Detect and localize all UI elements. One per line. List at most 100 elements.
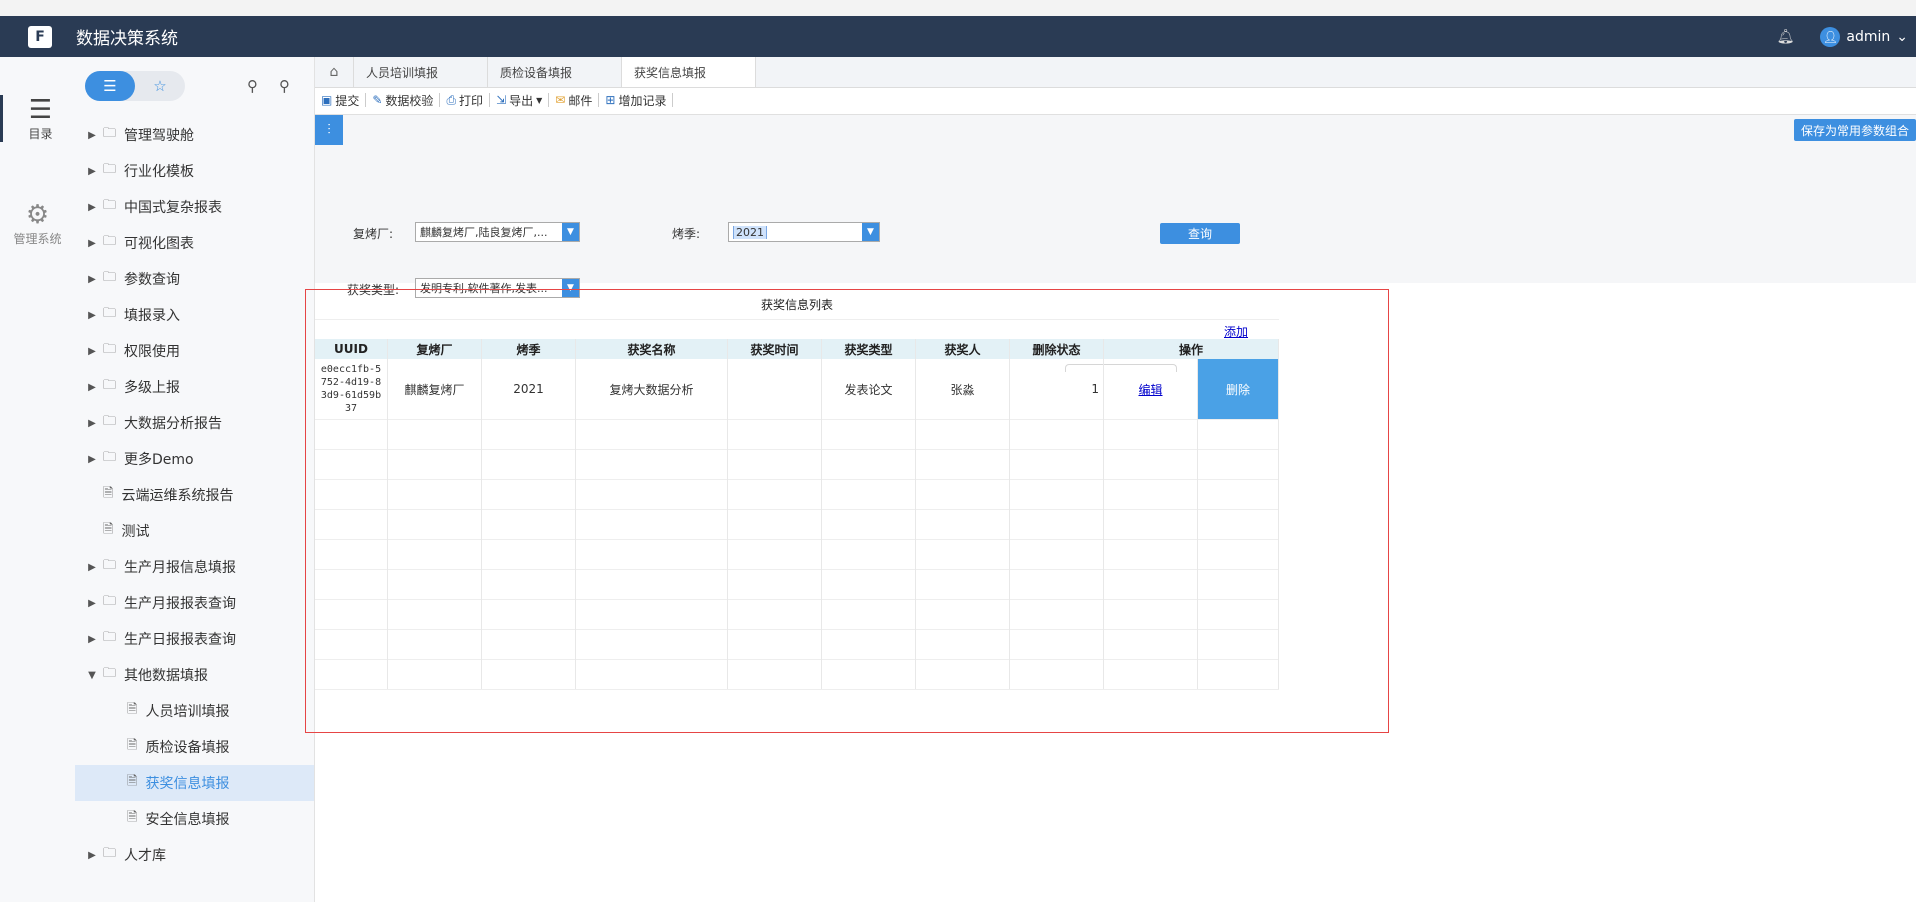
- rail-item-label: 目录: [28, 127, 53, 141]
- app-header: F 数据决策系统 🔔︎ 👤︎ admin ⌄: [0, 16, 1916, 57]
- caret-right-icon: ▶: [88, 345, 96, 357]
- caret-right-icon: ▶: [88, 561, 96, 573]
- cell-edit: 编辑: [1104, 359, 1198, 419]
- chevron-down-icon: ⌄: [1896, 28, 1908, 45]
- tree-item-label: 其他数据填报: [124, 668, 209, 684]
- caret-right-icon: ▶: [88, 417, 96, 429]
- folder-icon: 🗀: [103, 666, 117, 681]
- home-icon[interactable]: ⌂: [315, 57, 354, 87]
- tree-item[interactable]: ▶ 🗀 多级上报: [75, 369, 314, 405]
- tree-item[interactable]: ▶ 🗀 权限使用: [75, 333, 314, 369]
- tree-item[interactable]: ▼ 🗀 其他数据填报: [75, 657, 314, 693]
- tree-item[interactable]: ▶ 🗀 管理驾驶舱: [75, 117, 314, 153]
- caret-right-icon: ▶: [88, 237, 96, 249]
- tree-item[interactable]: 🗎 人员培训填报: [75, 693, 314, 729]
- tree-item[interactable]: ▶ 🗀 生产月报信息填报: [75, 549, 314, 585]
- col-delete-status: 删除状态: [1010, 339, 1104, 359]
- rail-item-management[interactable]: ⚙ 管理系统: [0, 200, 75, 247]
- print-button[interactable]: ⎙ 打印: [440, 92, 491, 108]
- tree-item[interactable]: ▶ 🗀 生产日报报表查询: [75, 621, 314, 657]
- empty-cell: [576, 449, 728, 479]
- verify-button[interactable]: ✎ 数据校验: [366, 93, 441, 108]
- empty-cell: [728, 629, 822, 659]
- empty-cell: [1104, 569, 1198, 599]
- tab-quality-equipment[interactable]: 质检设备填报: [488, 57, 622, 87]
- empty-cell: [1198, 509, 1279, 539]
- add-record-button[interactable]: ⊞ 增加记录: [599, 93, 674, 108]
- tree-item-label: 可视化图表: [124, 236, 195, 252]
- edit-link[interactable]: 编辑: [1138, 381, 1162, 398]
- empty-cell: [916, 479, 1010, 509]
- query-button[interactable]: 查询: [1160, 223, 1240, 244]
- dropdown-arrow-icon[interactable]: ▼: [862, 223, 879, 241]
- delete-button[interactable]: 删除: [1198, 359, 1279, 419]
- empty-cell: [315, 419, 388, 449]
- rail-item-catalog[interactable]: ☰ 目录: [0, 95, 78, 142]
- folder-icon: 🗀: [103, 594, 117, 609]
- user-menu[interactable]: 👤︎ admin ⌄: [1820, 26, 1908, 47]
- empty-cell: [482, 659, 576, 689]
- tree-item-label: 更多Demo: [124, 452, 194, 468]
- factory-select[interactable]: 麒麟复烤厂,陆良复烤厂,... ▼: [415, 222, 580, 242]
- cell-uuid: e0ecc1fb-5752-4d19-83d9-61d59b37: [315, 359, 388, 419]
- bell-icon[interactable]: 🔔︎: [1777, 29, 1795, 45]
- cell-season: 2021: [482, 359, 576, 419]
- dropdown-arrow-icon[interactable]: ▼: [562, 223, 579, 241]
- empty-cell: [315, 539, 388, 569]
- empty-cell: [482, 539, 576, 569]
- tree-item[interactable]: 🗎 云端运维系统报告: [75, 477, 314, 513]
- season-select[interactable]: 2021 ▼: [728, 222, 880, 242]
- table-row[interactable]: e0ecc1fb-5752-4d19-83d9-61d59b37 麒麟复烤厂 2…: [315, 359, 1279, 420]
- folder-icon: 🗀: [103, 162, 117, 177]
- empty-cell: [1198, 629, 1279, 659]
- app-logo-icon[interactable]: F: [28, 25, 52, 48]
- tree-item[interactable]: ▶ 🗀 生产月报报表查询: [75, 585, 314, 621]
- export-button[interactable]: ⇲ 导出 ▼: [490, 93, 550, 108]
- parameter-bar: ⫶ 保存为常用参数组合: [315, 114, 1916, 146]
- tree-item[interactable]: ▶ 🗀 中国式复杂报表: [75, 189, 314, 225]
- tree-item[interactable]: 🗎 质检设备填报: [75, 729, 314, 765]
- favorites-button[interactable]: ☆: [135, 71, 185, 101]
- empty-table-row: [315, 449, 1279, 480]
- empty-cell: [1198, 449, 1279, 479]
- tree-item[interactable]: ▶ 🗀 大数据分析报告: [75, 405, 314, 441]
- folder-icon: 🗀: [103, 342, 117, 357]
- tree-item[interactable]: 🗎 测试: [75, 513, 314, 549]
- empty-cell: [916, 419, 1010, 449]
- mail-button[interactable]: ✉ 邮件: [549, 93, 600, 108]
- tree-item[interactable]: ▶ 🗀 参数查询: [75, 261, 314, 297]
- tab-personnel-training[interactable]: 人员培训填报: [354, 57, 488, 87]
- tree-item[interactable]: ▶ 🗀 人才库: [75, 837, 314, 873]
- tab-award-info[interactable]: 获奖信息填报: [622, 57, 756, 87]
- empty-cell: [388, 569, 482, 599]
- caret-down-icon: ▼: [536, 95, 543, 105]
- tree-item[interactable]: ▶ 🗀 行业化模板: [75, 153, 314, 189]
- empty-table-row: [315, 569, 1279, 600]
- cell-award-name: 复烤大数据分析: [576, 359, 728, 419]
- tree-item[interactable]: 🗎 获奖信息填报: [75, 765, 314, 801]
- tree-item[interactable]: 🗎 安全信息填报: [75, 801, 314, 837]
- folder-icon: 🗀: [103, 378, 117, 393]
- tree-item[interactable]: ▶ 🗀 可视化图表: [75, 225, 314, 261]
- save-params-button[interactable]: 保存为常用参数组合: [1794, 119, 1916, 141]
- icon-rail: ☰ 目录 ⚙ 管理系统: [0, 57, 76, 902]
- empty-cell: [1010, 449, 1104, 479]
- caret-right-icon: ▶: [88, 381, 96, 393]
- tree-item-label: 质检设备填报: [145, 740, 230, 756]
- empty-table-row: [315, 479, 1279, 510]
- tree-item-label: 多级上报: [124, 380, 181, 396]
- empty-cell: [728, 569, 822, 599]
- empty-cell: [1010, 569, 1104, 599]
- empty-table-row: [315, 509, 1279, 540]
- list-view-button[interactable]: ☰: [85, 71, 135, 101]
- sliders-icon[interactable]: ⫶: [315, 115, 343, 145]
- printer-icon: ⎙: [446, 92, 457, 107]
- submit-button[interactable]: ▣ 提交: [315, 93, 367, 108]
- add-link[interactable]: 添加: [1224, 323, 1248, 340]
- empty-cell: [1104, 629, 1198, 659]
- search-icon[interactable]: ⚲: [247, 77, 258, 95]
- tree-item[interactable]: ▶ 🗀 填报录入: [75, 297, 314, 333]
- tree-item[interactable]: ▶ 🗀 更多Demo: [75, 441, 314, 477]
- empty-cell: [1198, 569, 1279, 599]
- pin-icon[interactable]: ⚲: [279, 77, 290, 95]
